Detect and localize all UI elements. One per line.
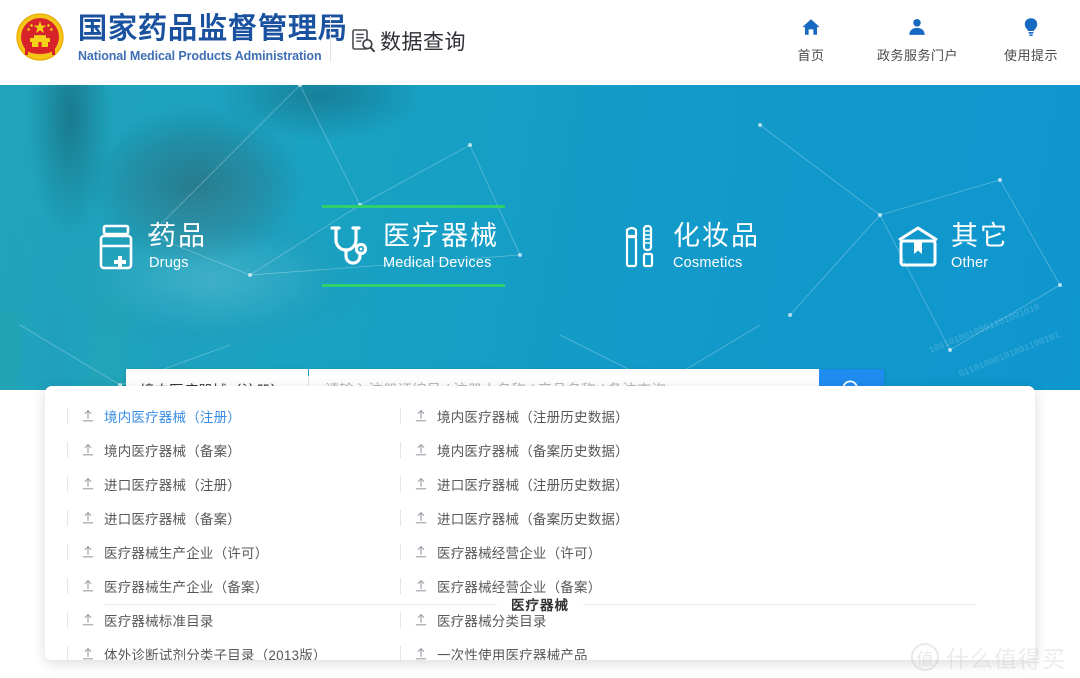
brand-text: 国家药品监督管理局 National Medical Products Admi… [78,13,348,64]
dataset-link-label: 医疗器械经营企业（许可） [437,546,602,561]
nav-label-usage-tips: 使用提示 [1003,48,1058,63]
dataset-link-label: 进口医疗器械（备案历史数据） [437,512,629,527]
category-text-cosmetics: 化妆品 Cosmetics [673,223,760,271]
top-navigation: 首页 政务服务门户 使用提示 [791,14,1058,64]
cosmetics-icon [618,224,662,270]
category-text-medical-devices: 医疗器械 Medical Devices [383,223,499,271]
data-query-link[interactable]: 数据查询 [350,26,466,56]
category-tab-medical-devices[interactable]: 医疗器械 Medical Devices [322,205,505,286]
category-cn-drugs: 药品 [149,221,207,251]
footer-line-right [583,603,975,605]
dataset-link-item[interactable]: 境内医疗器械（备案历史数据） [400,436,733,464]
home-icon [800,14,822,39]
brand-name-en: National Medical Products Administration [78,48,322,63]
card-footer-label: 医疗器械 [511,598,569,613]
upload-arrow-icon [414,477,428,491]
brand-logo[interactable]: 国家药品监督管理局 National Medical Products Admi… [14,11,348,65]
dataset-link-label: 进口医疗器械（注册） [104,478,241,493]
footer-line-left [105,603,497,605]
upload-arrow-icon [81,613,95,627]
dataset-link-item[interactable]: 进口医疗器械（注册） [67,470,400,498]
stethoscope-icon [328,224,372,270]
dataset-link-label: 境内医疗器械（备案历史数据） [437,444,629,459]
upload-arrow-icon [414,511,428,525]
upload-arrow-icon [414,443,428,457]
nav-item-gov-portal[interactable]: 政务服务门户 [877,14,958,64]
dataset-links-list: 境内医疗器械（注册） 境内医疗器械（注册历史数据） 境内医疗器械（备案） 境内医疗器械… [67,396,1013,660]
dataset-link-item[interactable]: 进口医疗器械（注册历史数据） [400,470,733,498]
pill-bottle-icon [94,224,138,270]
upload-arrow-icon [414,647,428,660]
dataset-link-label: 医疗器械经营企业（备案） [437,580,602,595]
dataset-links-card: 境内医疗器械（注册） 境内医疗器械（注册历史数据） 境内医疗器械（备案） 境内医疗器械… [45,386,1035,660]
dataset-link-item[interactable]: 进口医疗器械（备案） [67,504,400,532]
national-emblem-icon [14,11,66,65]
dataset-link-label: 一次性使用医疗器械产品 [437,648,588,660]
upload-arrow-icon [81,511,95,525]
site-header: 国家药品监督管理局 National Medical Products Admi… [0,0,1080,85]
brand-name-cn: 国家药品监督管理局 [78,12,349,45]
category-en-cosmetics: Cosmetics [673,255,743,271]
upload-arrow-icon [414,613,428,627]
category-text-drugs: 药品 Drugs [149,223,207,271]
nav-label-home: 首页 [797,48,825,63]
nav-item-usage-tips[interactable]: 使用提示 [1004,14,1058,64]
category-tab-cosmetics[interactable]: 化妆品 Cosmetics [612,213,766,283]
upload-arrow-icon [81,409,95,423]
dataset-link-item[interactable]: 境内医疗器械（注册历史数据） [400,402,733,430]
upload-arrow-icon [81,443,95,457]
dataset-link-item[interactable]: 医疗器械生产企业（许可） [67,538,400,566]
category-cn-medical-devices: 医疗器械 [383,221,499,251]
category-en-medical-devices: Medical Devices [383,255,492,271]
dataset-link-label: 进口医疗器械（注册历史数据） [437,478,629,493]
hero-banner: 1001010010001101001010 01101000101001100… [0,85,1080,390]
dataset-link-item[interactable]: 境内医疗器械（注册） [67,402,400,430]
dataset-link-item[interactable]: 体外诊断试剂分类子目录（2013版） [67,640,400,660]
nav-item-home[interactable]: 首页 [791,14,831,64]
upload-arrow-icon [81,647,95,660]
upload-arrow-icon [81,579,95,593]
person-icon [906,14,928,39]
dataset-link-label: 境内医疗器械（备案） [104,444,241,459]
card-footer: 医疗器械 [105,594,975,614]
category-en-drugs: Drugs [149,255,189,271]
upload-arrow-icon [81,477,95,491]
category-tabs: 药品 Drugs 医疗器械 Medical Devices 化妆品 Cosmet… [0,205,1080,293]
upload-arrow-icon [414,545,428,559]
dataset-link-label: 境内医疗器械（注册） [104,410,241,425]
dataset-link-item[interactable]: 一次性使用医疗器械产品 [400,640,733,660]
dataset-link-item[interactable]: 医疗器械经营企业（许可） [400,538,733,566]
box-icon [896,224,940,270]
upload-arrow-icon [81,545,95,559]
category-en-other: Other [951,255,989,271]
header-divider [330,16,331,62]
category-cn-cosmetics: 化妆品 [673,221,760,251]
document-search-icon [350,28,376,54]
bulb-icon [1020,14,1042,39]
category-cn-other: 其它 [951,221,1009,251]
upload-arrow-icon [414,579,428,593]
data-query-label: 数据查询 [380,31,466,54]
category-text-other: 其它 Other [951,223,1009,271]
category-tab-drugs[interactable]: 药品 Drugs [88,213,213,283]
nav-label-gov-portal: 政务服务门户 [876,48,958,63]
dataset-link-label: 医疗器械生产企业（许可） [104,546,269,561]
dataset-link-label: 医疗器械生产企业（备案） [104,580,269,595]
dataset-link-label: 体外诊断试剂分类子目录（2013版） [104,648,327,660]
page-root: 国家药品监督管理局 National Medical Products Admi… [0,0,1080,678]
dataset-link-item[interactable]: 境内医疗器械（备案） [67,436,400,464]
dataset-link-item[interactable]: 进口医疗器械（备案历史数据） [400,504,733,532]
upload-arrow-icon [414,409,428,423]
dataset-link-label: 进口医疗器械（备案） [104,512,241,527]
dataset-link-label: 境内医疗器械（注册历史数据） [437,410,629,425]
category-tab-other[interactable]: 其它 Other [890,213,1015,283]
